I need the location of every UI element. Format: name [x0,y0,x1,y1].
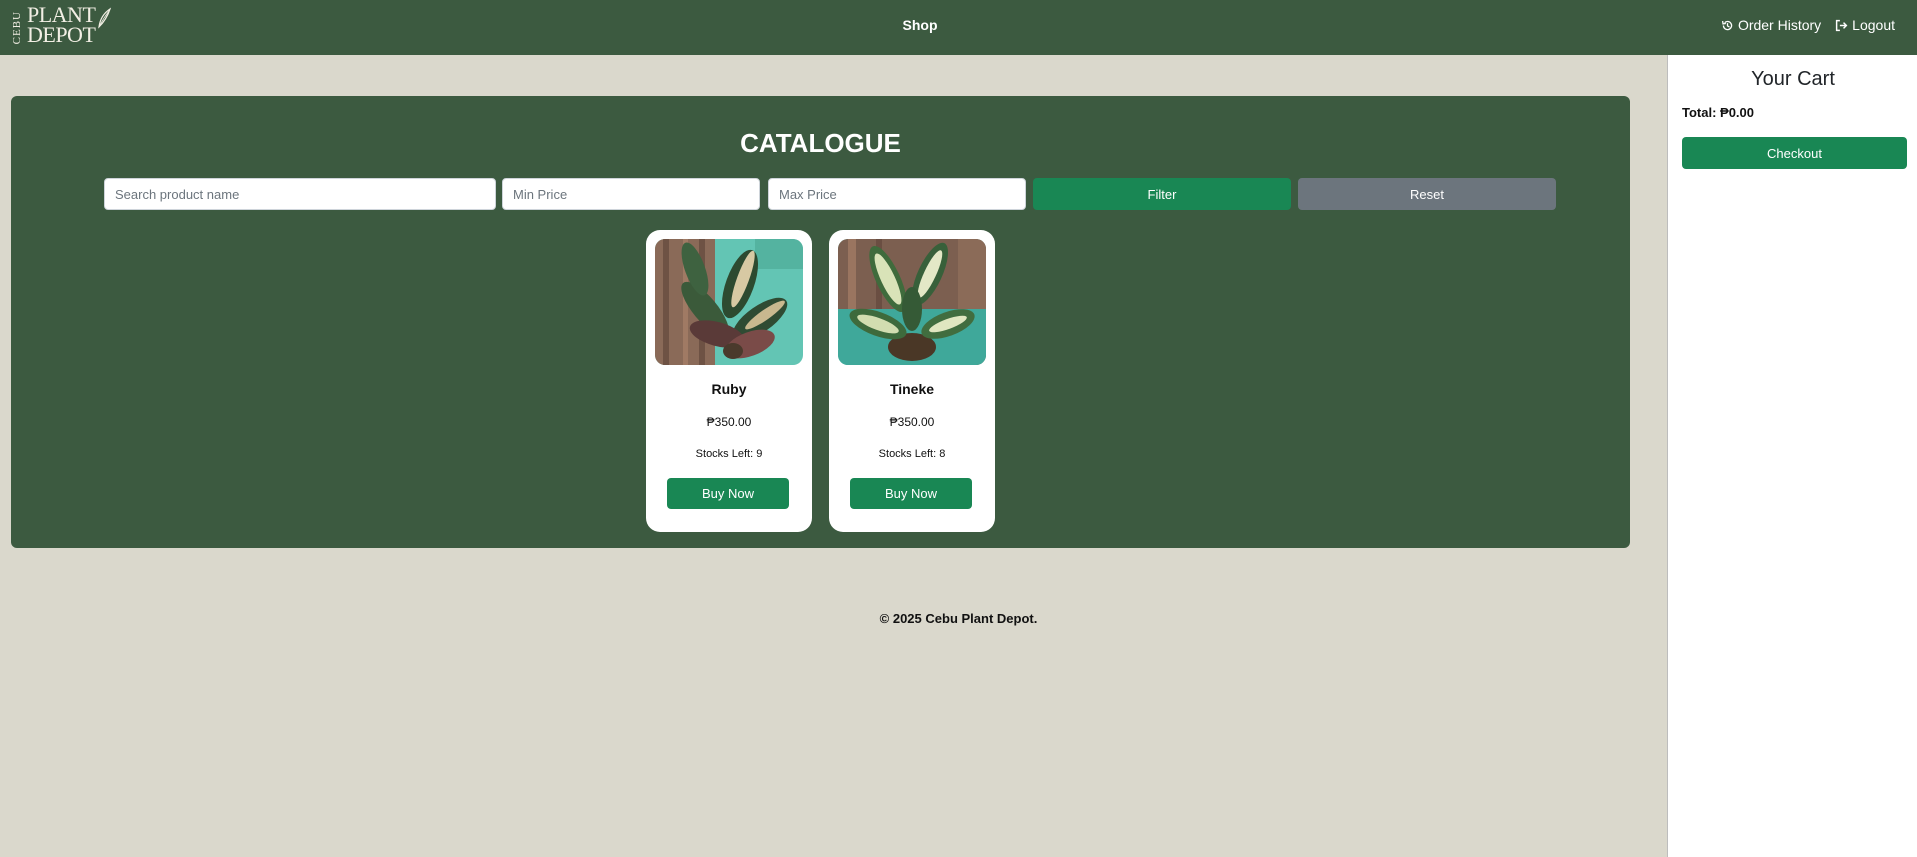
checkout-button[interactable]: Checkout [1682,137,1907,169]
nav-shop-link[interactable]: Shop [880,17,960,33]
top-navbar: CEBU PLANT DEPOT Shop Order History Logo… [0,0,1917,55]
product-price: ₱350.00 [706,415,752,429]
filter-button[interactable]: Filter [1033,178,1291,210]
brand-logo[interactable]: CEBU PLANT DEPOT [11,4,112,47]
history-icon [1721,20,1733,30]
product-card: Ruby ₱350.00 Stocks Left: 9 Buy Now [646,230,812,532]
product-price: ₱350.00 [889,415,935,429]
order-history-link[interactable]: Order History [1721,17,1821,33]
search-input[interactable] [104,178,496,210]
catalogue-title: CATALOGUE [740,128,901,158]
nav-right-group: Order History Logout [1721,17,1895,33]
product-name: Tineke [889,381,935,397]
product-image [838,239,986,365]
product-image [655,239,803,365]
cart-total: Total: ₱0.00 [1682,105,1755,120]
footer-copyright: © 2025 Cebu Plant Depot. [879,611,1038,626]
order-history-label: Order History [1737,17,1822,33]
logo-text-depot: DEPOT [27,22,96,47]
buy-now-button[interactable]: Buy Now [850,478,972,509]
product-card: Tineke ₱350.00 Stocks Left: 8 Buy Now [829,230,995,532]
logout-link[interactable]: Logout [1835,17,1895,33]
logout-label: Logout [1852,17,1895,33]
leaf-icon [98,7,112,29]
cart-title: Your Cart [1751,68,1835,90]
buy-now-button[interactable]: Buy Now [667,478,789,509]
max-price-input[interactable] [768,178,1026,210]
cart-sidebar: Your Cart Total: ₱0.00 Checkout [1667,55,1917,857]
logout-icon [1836,19,1848,31]
product-stock: Stocks Left: 8 [878,448,946,460]
product-name: Ruby [711,381,747,397]
logo-text-cebu: CEBU [11,11,23,45]
product-stock: Stocks Left: 9 [695,448,763,460]
reset-button[interactable]: Reset [1298,178,1556,210]
min-price-input[interactable] [502,178,760,210]
catalogue-panel: CATALOGUE Filter Reset [11,96,1630,548]
